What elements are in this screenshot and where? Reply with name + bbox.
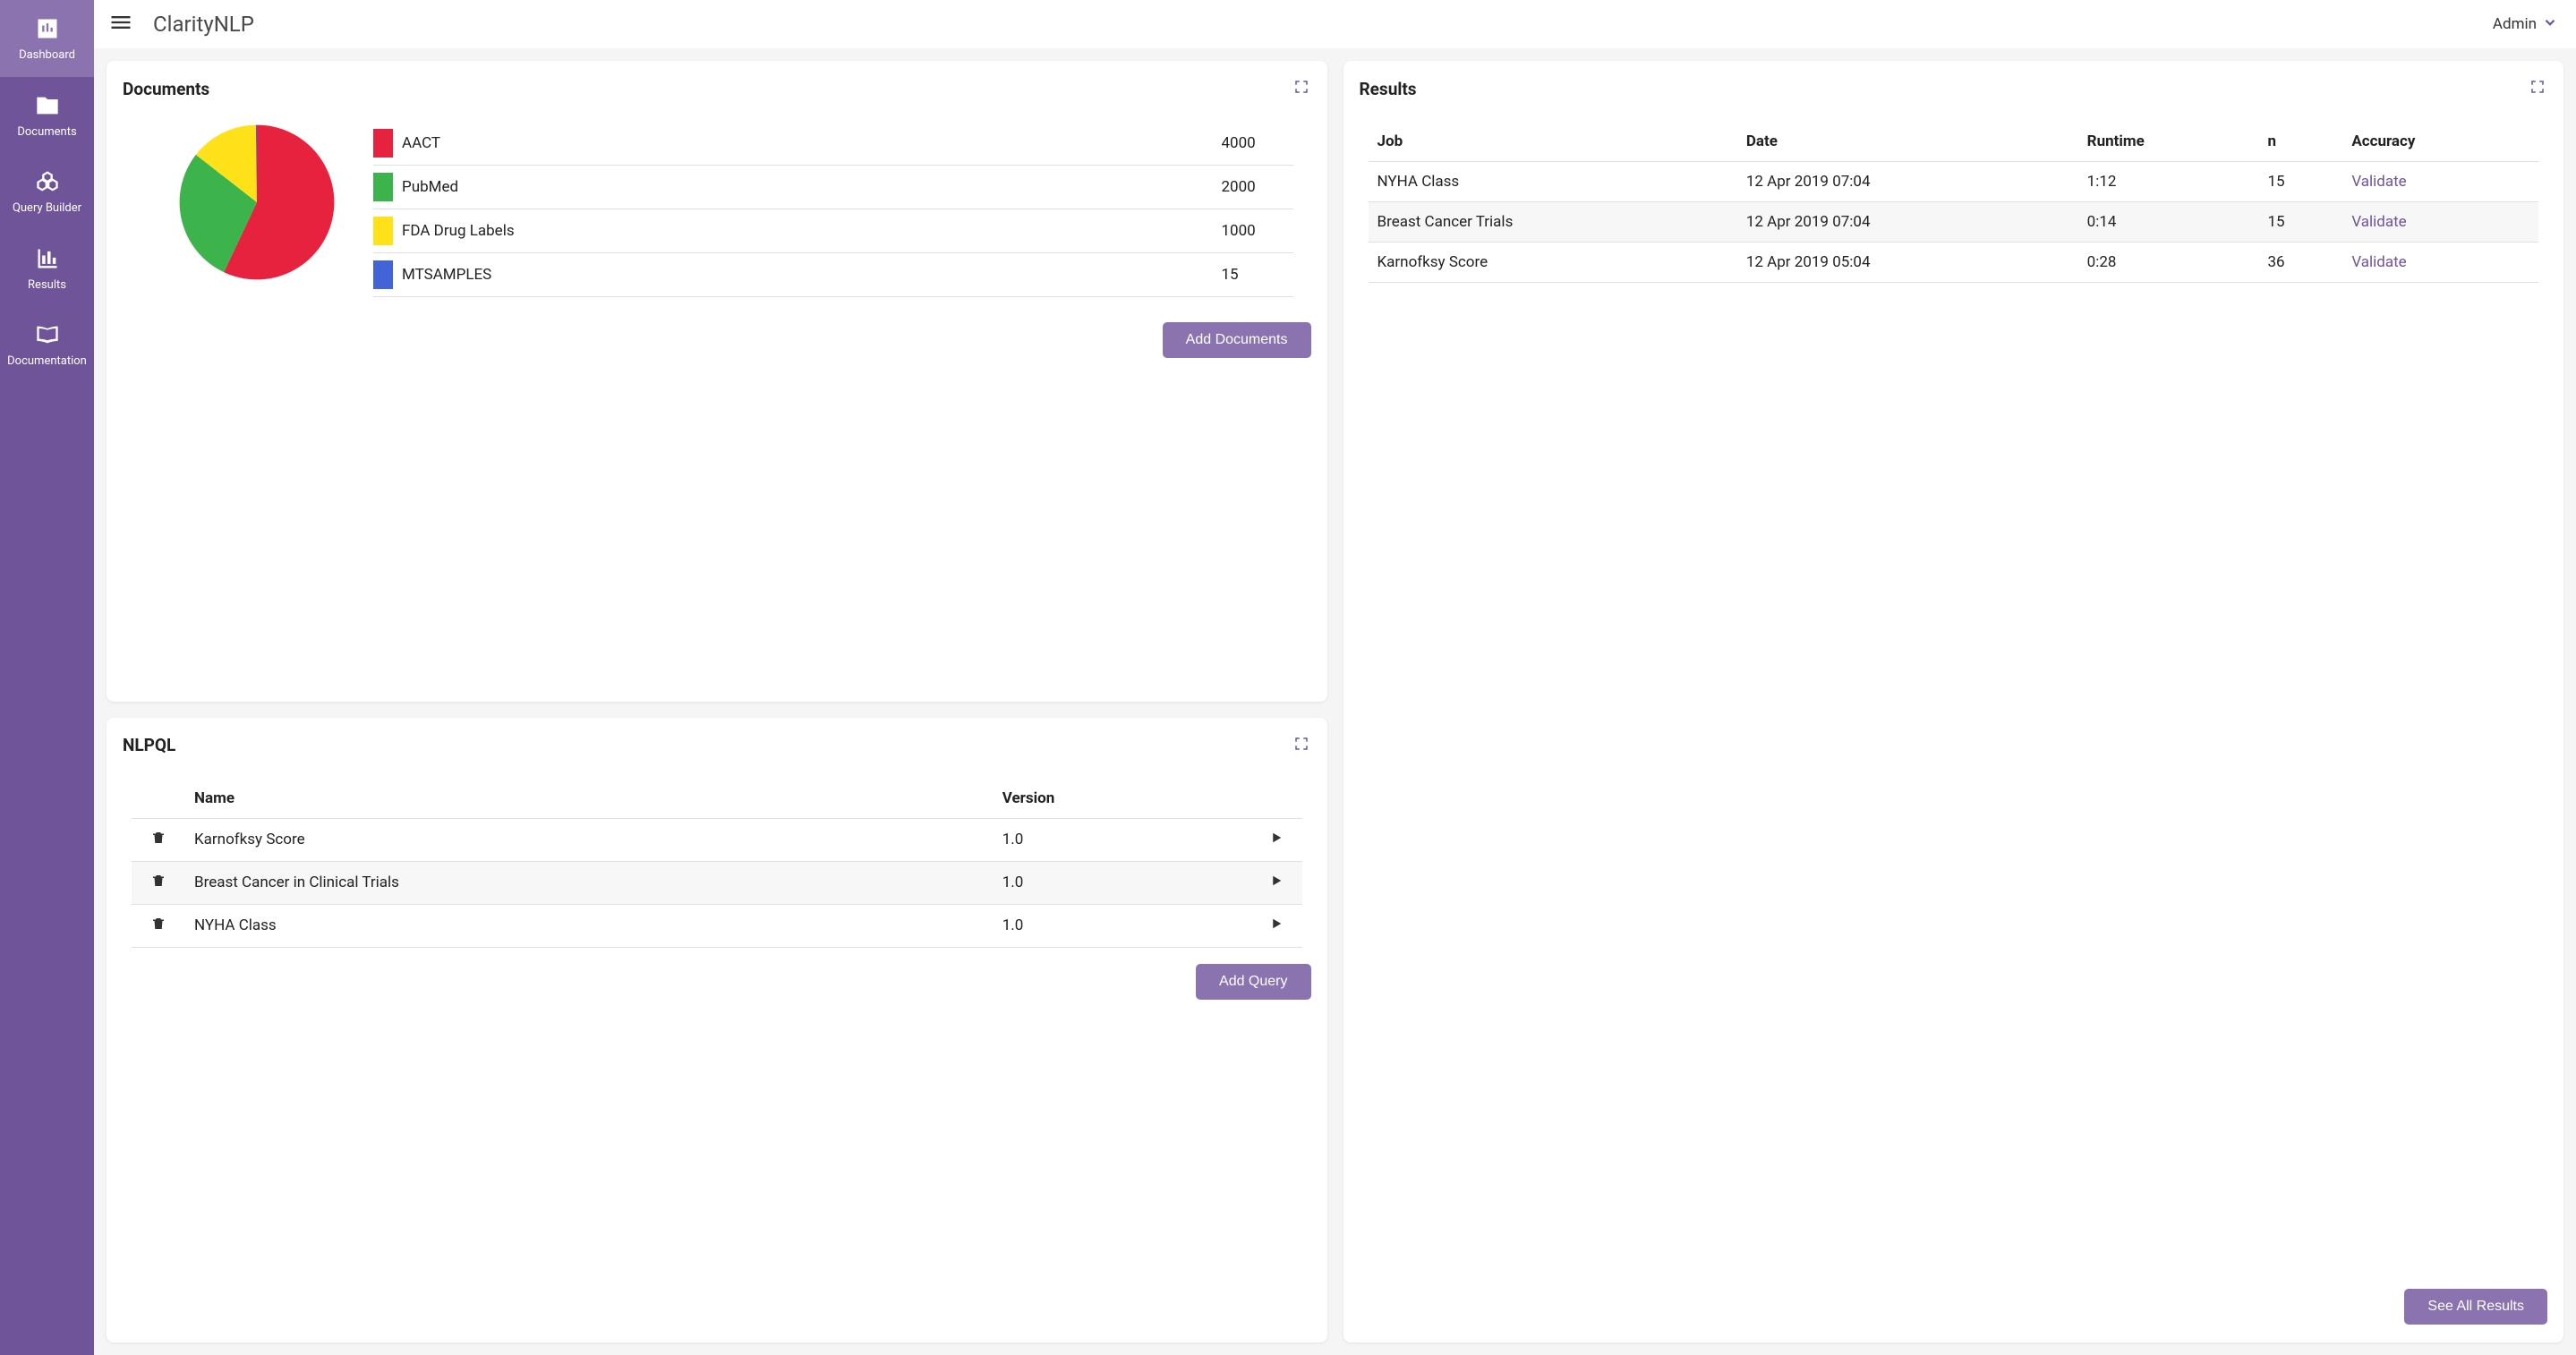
folder-icon bbox=[35, 93, 60, 118]
legend-swatch bbox=[373, 173, 393, 201]
col-date: Date bbox=[1737, 122, 2078, 162]
legend-row: MTSAMPLES15 bbox=[373, 253, 1293, 297]
nlpql-row: Breast Cancer in Clinical Trials1.0 bbox=[132, 861, 1302, 904]
legend-row: FDA Drug Labels1000 bbox=[373, 209, 1293, 253]
result-job: Breast Cancer Trials bbox=[1369, 202, 1737, 243]
nlpql-row: NYHA Class1.0 bbox=[132, 904, 1302, 947]
result-date: 12 Apr 2019 07:04 bbox=[1737, 202, 2078, 243]
cubes-icon bbox=[35, 169, 60, 194]
nlpql-card: NLPQL Name Version Karnofksy Sco bbox=[107, 718, 1327, 1343]
user-menu[interactable]: Admin bbox=[2493, 14, 2558, 35]
legend-row: AACT4000 bbox=[373, 122, 1293, 166]
chevron-down-icon bbox=[2542, 14, 2558, 35]
add-documents-button[interactable]: Add Documents bbox=[1163, 322, 1311, 358]
nlpql-row: Karnofksy Score1.0 bbox=[132, 818, 1302, 861]
trash-icon[interactable] bbox=[150, 832, 166, 850]
play-icon[interactable] bbox=[1268, 875, 1284, 893]
legend-swatch bbox=[373, 217, 393, 245]
legend-name: FDA Drug Labels bbox=[402, 222, 1222, 240]
sidebar-item-query-builder[interactable]: Query Builder bbox=[0, 153, 94, 230]
nlpql-table: Name Version Karnofksy Score1.0Breast Ca… bbox=[132, 779, 1302, 948]
sidebar: Dashboard Documents Query Builder Result… bbox=[0, 0, 94, 1355]
bar-chart-icon bbox=[35, 246, 60, 271]
legend-count: 2000 bbox=[1222, 178, 1293, 196]
sidebar-item-documentation[interactable]: Documentation bbox=[0, 306, 94, 383]
legend-row: PubMed2000 bbox=[373, 166, 1293, 209]
validate-link[interactable]: Validate bbox=[2351, 173, 2406, 191]
sidebar-item-label: Documentation bbox=[7, 354, 87, 369]
legend-swatch bbox=[373, 260, 393, 289]
trash-icon[interactable] bbox=[150, 918, 166, 936]
result-n: 36 bbox=[2258, 243, 2342, 283]
legend-count: 15 bbox=[1222, 266, 1293, 284]
nlpql-title: NLPQL bbox=[123, 735, 175, 755]
play-icon[interactable] bbox=[1268, 832, 1284, 850]
documents-pie-chart bbox=[176, 122, 337, 283]
col-version: Version bbox=[994, 779, 1249, 819]
nlpql-name: Breast Cancer in Clinical Trials bbox=[185, 861, 994, 904]
nlpql-name: Karnofksy Score bbox=[185, 818, 994, 861]
results-row: Karnofksy Score12 Apr 2019 05:040:2836 Va… bbox=[1369, 243, 2539, 283]
expand-icon[interactable] bbox=[1292, 734, 1311, 757]
sidebar-item-dashboard[interactable]: Dashboard bbox=[0, 0, 94, 77]
result-n: 15 bbox=[2258, 162, 2342, 202]
sidebar-item-label: Query Builder bbox=[13, 201, 81, 216]
sidebar-item-documents[interactable]: Documents bbox=[0, 77, 94, 154]
hamburger-icon[interactable] bbox=[105, 6, 137, 42]
legend-swatch bbox=[373, 129, 393, 158]
results-table: Job Date Runtime n Accuracy NYHA Class12… bbox=[1369, 122, 2539, 283]
result-runtime: 0:28 bbox=[2078, 243, 2259, 283]
book-open-icon bbox=[35, 322, 60, 347]
results-title: Results bbox=[1360, 79, 1417, 99]
result-runtime: 1:12 bbox=[2078, 162, 2259, 202]
legend-count: 1000 bbox=[1222, 222, 1293, 240]
topbar: ClarityNLP Admin bbox=[94, 0, 2576, 48]
result-date: 12 Apr 2019 07:04 bbox=[1737, 162, 2078, 202]
trash-icon[interactable] bbox=[150, 875, 166, 893]
chart-bar-icon bbox=[35, 16, 60, 41]
play-icon[interactable] bbox=[1268, 918, 1284, 936]
expand-icon[interactable] bbox=[2528, 77, 2547, 100]
nlpql-name: NYHA Class bbox=[185, 904, 994, 947]
results-row: NYHA Class12 Apr 2019 07:041:1215 Validat… bbox=[1369, 162, 2539, 202]
add-query-button[interactable]: Add Query bbox=[1196, 964, 1310, 1000]
col-n: n bbox=[2258, 122, 2342, 162]
col-accuracy: Accuracy bbox=[2342, 122, 2538, 162]
result-job: Karnofksy Score bbox=[1369, 243, 1737, 283]
user-label: Admin bbox=[2493, 15, 2537, 33]
nlpql-version: 1.0 bbox=[994, 818, 1249, 861]
result-date: 12 Apr 2019 05:04 bbox=[1737, 243, 2078, 283]
col-runtime: Runtime bbox=[2078, 122, 2259, 162]
app-title: ClarityNLP bbox=[153, 12, 254, 37]
results-row: Breast Cancer Trials12 Apr 2019 07:040:1… bbox=[1369, 202, 2539, 243]
result-n: 15 bbox=[2258, 202, 2342, 243]
result-runtime: 0:14 bbox=[2078, 202, 2259, 243]
main: ClarityNLP Admin Documents AACT4000PubMe… bbox=[94, 0, 2576, 1355]
legend-name: AACT bbox=[402, 134, 1222, 152]
content: Documents AACT4000PubMed2000FDA Drug Lab… bbox=[94, 48, 2576, 1355]
documents-card: Documents AACT4000PubMed2000FDA Drug Lab… bbox=[107, 61, 1327, 702]
expand-icon[interactable] bbox=[1292, 77, 1311, 100]
legend-name: PubMed bbox=[402, 178, 1222, 196]
sidebar-item-label: Dashboard bbox=[19, 48, 75, 63]
legend-count: 4000 bbox=[1222, 134, 1293, 152]
documents-legend: AACT4000PubMed2000FDA Drug Labels1000MTS… bbox=[373, 122, 1293, 297]
sidebar-item-label: Documents bbox=[17, 125, 76, 140]
legend-name: MTSAMPLES bbox=[402, 266, 1222, 284]
see-all-results-button[interactable]: See All Results bbox=[2404, 1289, 2547, 1325]
sidebar-item-label: Results bbox=[28, 278, 66, 293]
results-card: Results Job Date Runtime n Accuracy bbox=[1343, 61, 2564, 1342]
col-job: Job bbox=[1369, 122, 1737, 162]
result-job: NYHA Class bbox=[1369, 162, 1737, 202]
sidebar-item-results[interactable]: Results bbox=[0, 230, 94, 307]
validate-link[interactable]: Validate bbox=[2351, 253, 2406, 271]
validate-link[interactable]: Validate bbox=[2351, 213, 2406, 231]
nlpql-version: 1.0 bbox=[994, 861, 1249, 904]
documents-title: Documents bbox=[123, 79, 209, 99]
col-name: Name bbox=[185, 779, 994, 819]
nlpql-version: 1.0 bbox=[994, 904, 1249, 947]
